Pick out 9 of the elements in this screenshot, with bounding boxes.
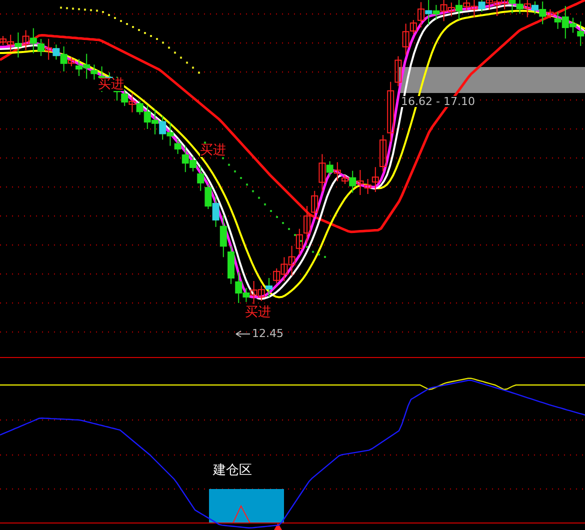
triangle-marker-icon [274,523,282,530]
zone-label: 建仓区 [213,464,252,477]
buy-signal-label: 买进 [245,306,271,319]
triangle-signal-drawing [232,504,250,524]
buy-signal-label: 买进 [200,144,226,157]
buy-signal-label: 买进 [98,78,124,91]
price-range-label: 16.62 - 17.10 [401,96,475,107]
arrow-icon [236,330,250,338]
low-price-label: 12.45 [252,328,284,339]
